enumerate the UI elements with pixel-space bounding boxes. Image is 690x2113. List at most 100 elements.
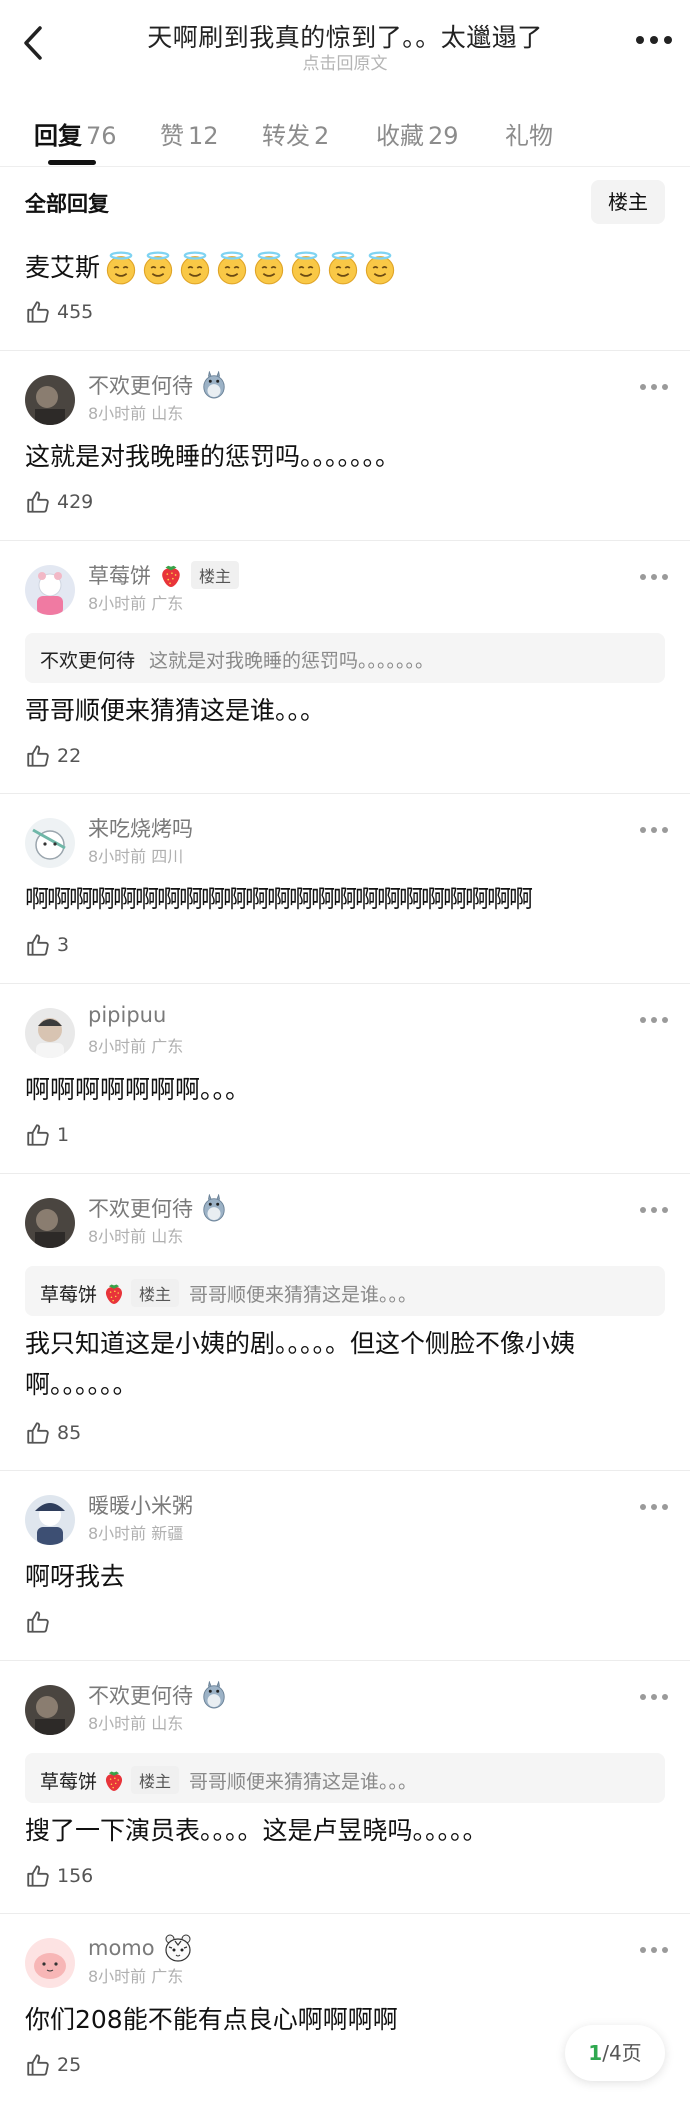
comment-more-button[interactable] <box>640 1017 668 1023</box>
like-button[interactable]: 429 <box>25 489 93 515</box>
like-button[interactable] <box>25 1609 57 1635</box>
thumbs-up-icon <box>25 489 51 515</box>
quoted-reply[interactable]: 草莓饼 楼主 哥哥顺便来猜猜这是谁。。。 <box>25 1266 665 1316</box>
more-dot-icon <box>651 384 657 390</box>
comment-more-button[interactable] <box>640 1504 668 1510</box>
more-dot-icon <box>664 36 672 44</box>
comment-meta: 8小时前 广东 <box>88 594 184 613</box>
more-dot-icon <box>662 1207 668 1213</box>
comment-text[interactable]: 麦艾斯 <box>25 247 665 288</box>
thumbs-up-icon <box>25 299 51 325</box>
avatar[interactable] <box>25 1685 75 1735</box>
comment-item: 草莓饼 楼主 8小时前 广东 不欢更何待 这就是对我晚睡的惩罚吗。。。。。。。 哥哥… <box>0 540 690 794</box>
comment-more-button[interactable] <box>640 1947 668 1953</box>
username-text: 来吃烧烤吗 <box>88 817 193 841</box>
like-button[interactable]: 455 <box>25 299 93 325</box>
avatar[interactable] <box>25 565 75 615</box>
comment-text[interactable]: 啊啊啊啊啊啊啊啊啊啊啊啊啊啊啊啊啊啊啊啊啊啊啊 <box>25 879 690 920</box>
comment-more-button[interactable] <box>640 827 668 833</box>
like-count: 25 <box>57 2054 82 2076</box>
angel-emoji-icon <box>178 251 212 285</box>
like-count: 455 <box>57 301 94 323</box>
strawberry-icon <box>103 1281 125 1305</box>
tab-count: 76 <box>86 122 117 150</box>
tab-likes[interactable]: 赞 12 <box>160 116 219 151</box>
author-badge: 楼主 <box>131 1279 180 1307</box>
avatar[interactable] <box>25 818 75 868</box>
like-count: 156 <box>57 1865 94 1887</box>
username-text: momo <box>88 1936 155 1960</box>
comment-more-button[interactable] <box>640 574 668 580</box>
comment-more-button[interactable] <box>640 1694 668 1700</box>
tab-replies[interactable]: 回复 76 <box>34 116 117 151</box>
angel-emoji-icon <box>141 251 175 285</box>
tab-gifts[interactable]: 礼物 <box>505 116 553 151</box>
comment-text[interactable]: 这就是对我晚睡的惩罚吗。。。。。。。 <box>25 436 665 477</box>
more-dot-icon <box>651 1207 657 1213</box>
username[interactable]: 草莓饼 楼主 <box>88 560 240 590</box>
comment-item: 来吃烧烤吗 8小时前 四川 啊啊啊啊啊啊啊啊啊啊啊啊啊啊啊啊啊啊啊啊啊啊啊 3 <box>0 793 690 984</box>
comment-more-button[interactable] <box>640 1207 668 1213</box>
quoted-reply[interactable]: 草莓饼 楼主 哥哥顺便来猜猜这是谁。。。 <box>25 1753 665 1803</box>
strawberry-icon <box>103 1768 125 1792</box>
like-count: 3 <box>57 934 70 956</box>
like-button[interactable]: 85 <box>25 1420 81 1446</box>
comment-meta: 8小时前 山东 <box>88 1714 184 1733</box>
like-button[interactable]: 22 <box>25 743 81 769</box>
tab-label: 转发 <box>262 122 310 150</box>
more-options-button[interactable] <box>636 36 672 44</box>
username[interactable]: 不欢更何待 <box>88 370 227 400</box>
avatar[interactable] <box>25 375 75 425</box>
like-button[interactable]: 3 <box>25 932 69 958</box>
tab-count: 12 <box>188 122 219 150</box>
comment-text[interactable]: 啊啊啊啊啊啊啊。。。 <box>25 1069 665 1110</box>
thumbs-up-icon <box>25 932 51 958</box>
author-badge: 楼主 <box>131 1766 180 1794</box>
more-dot-icon <box>662 1504 668 1510</box>
tab-reposts[interactable]: 转发 2 <box>262 116 329 151</box>
like-button[interactable]: 156 <box>25 1863 93 1889</box>
quoted-reply[interactable]: 不欢更何待 这就是对我晚睡的惩罚吗。。。。。。。 <box>25 633 665 683</box>
totoro-icon <box>201 371 227 399</box>
comment-text[interactable]: 搜了一下演员表。。。。这是卢昱晓吗。。。。。 <box>25 1810 665 1851</box>
author-only-button[interactable]: 楼主 <box>591 180 665 224</box>
angel-emoji-icon <box>363 251 397 285</box>
username[interactable]: 不欢更何待 <box>88 1680 227 1710</box>
comment-more-button[interactable] <box>640 384 668 390</box>
avatar[interactable] <box>25 1495 75 1545</box>
quoted-text: 哥哥顺便来猜猜这是谁。。。 <box>189 1770 418 1793</box>
username[interactable]: 暖暖小米粥 <box>88 1490 193 1520</box>
comment-text[interactable]: 我只知道这是小姨的剧。。。。。但这个侧脸不像小姨啊。。。。。。 <box>25 1323 665 1405</box>
comment-text[interactable]: 啊呀我去 <box>25 1556 665 1597</box>
strawberry-icon <box>159 562 183 588</box>
comment-item: momo 8小时前 广东 你们208能不能有点良心啊啊啊啊 25 <box>0 1913 690 2113</box>
page-indicator-button[interactable]: 1/4页 <box>565 2025 665 2081</box>
comment-meta: 8小时前 山东 <box>88 1227 184 1246</box>
like-button[interactable]: 25 <box>25 2052 81 2078</box>
comment-item: 暖暖小米粥 8小时前 新疆 啊呀我去 <box>0 1470 690 1661</box>
back-to-post-link[interactable]: 点击回原文 <box>0 49 690 74</box>
tab-label: 礼物 <box>505 122 553 150</box>
avatar[interactable] <box>25 1938 75 1988</box>
avatar[interactable] <box>25 1008 75 1058</box>
more-dot-icon <box>662 1017 668 1023</box>
tab-label: 赞 <box>160 122 184 150</box>
username[interactable]: 不欢更何待 <box>88 1193 227 1223</box>
tab-label: 回复 <box>34 122 82 150</box>
thumbs-up-icon <box>25 1863 51 1889</box>
tab-bar: 回复 76 赞 12 转发 2 收藏 29 礼物 <box>0 110 690 167</box>
avatar[interactable] <box>25 1198 75 1248</box>
like-count: 429 <box>57 491 94 513</box>
more-dot-icon <box>662 1947 668 1953</box>
username[interactable]: pipipuu <box>88 1003 166 1027</box>
username[interactable]: 来吃烧烤吗 <box>88 813 193 843</box>
quoted-username: 草莓饼 <box>40 1770 98 1793</box>
tab-favorites[interactable]: 收藏 29 <box>376 116 459 151</box>
username-text: 暖暖小米粥 <box>88 1494 193 1518</box>
username-text: 不欢更何待 <box>88 374 193 398</box>
comment-text[interactable]: 哥哥顺便来猜猜这是谁。。。 <box>25 690 665 731</box>
comment-text[interactable]: 你们208能不能有点良心啊啊啊啊 <box>25 1999 665 2040</box>
tab-count: 2 <box>314 122 330 150</box>
username[interactable]: momo <box>88 1933 193 1963</box>
like-button[interactable]: 1 <box>25 1122 69 1148</box>
